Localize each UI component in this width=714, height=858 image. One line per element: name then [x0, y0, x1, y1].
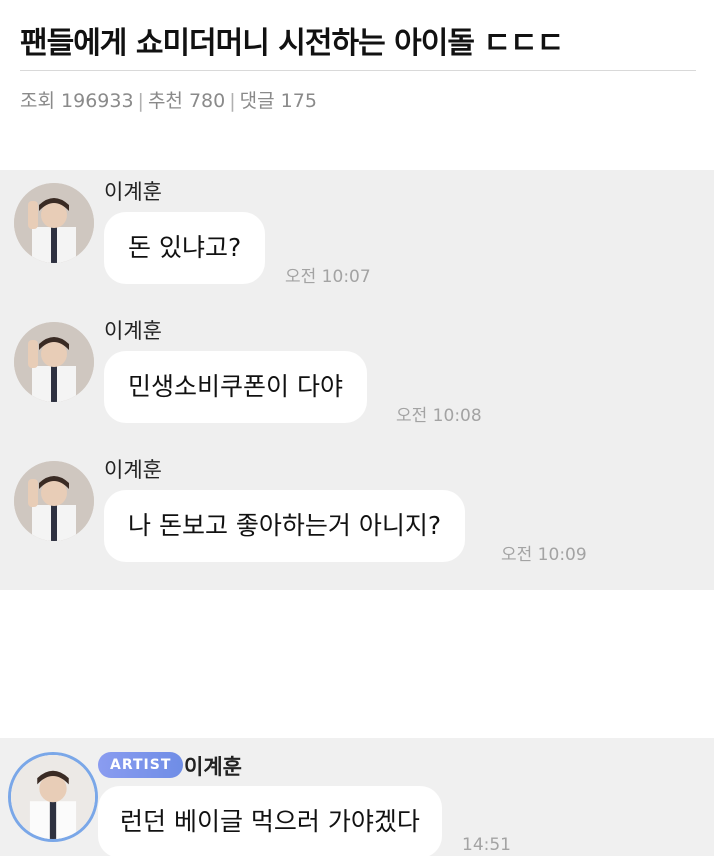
avatar[interactable]: [14, 183, 94, 263]
profile-photo-icon: [11, 755, 95, 839]
sender-name: 이계훈: [104, 458, 162, 482]
profile-photo-icon: [14, 461, 94, 541]
message-time: 오전 10:07: [285, 267, 371, 287]
profile-photo-icon: [14, 322, 94, 402]
artist-avatar[interactable]: [8, 752, 98, 842]
message-time: 오전 10:09: [501, 545, 587, 565]
comments-label: 댓글: [239, 90, 275, 112]
comments-count: 175: [280, 90, 317, 112]
views-count: 196933: [61, 90, 134, 112]
message-bubble[interactable]: 민생소비쿠폰이 다야: [104, 351, 367, 423]
message-bubble[interactable]: 돈 있냐고?: [104, 212, 266, 284]
sender-name: 이계훈: [104, 319, 162, 343]
message-time: 14:51: [462, 835, 511, 855]
recommend-count: 780: [188, 90, 226, 112]
post-stats: 조회 196933 | 추천 780 | 댓글 175: [20, 90, 317, 112]
sender-name: 이계훈: [184, 755, 242, 779]
avatar[interactable]: [14, 322, 94, 402]
sender-name: 이계훈: [104, 180, 162, 204]
message-time: 오전 10:08: [396, 406, 482, 426]
views-label: 조회: [20, 90, 55, 112]
message-bubble[interactable]: 나 돈보고 좋아하는거 아니지?: [104, 490, 466, 562]
title-divider: [20, 70, 696, 71]
recommend-label: 추천: [147, 90, 183, 112]
avatar[interactable]: [14, 461, 94, 541]
message-bubble[interactable]: 런던 베이글 먹으러 가야겠다: [98, 786, 442, 858]
profile-photo-icon: [14, 183, 94, 263]
artist-badge: ARTIST: [98, 752, 184, 778]
post-header: 팬들에게 쇼미더머니 시전하는 아이돌 ㄷㄷㄷ 조회 196933 | 추천 780…: [0, 0, 714, 130]
post-title: 팬들에게 쇼미더머니 시전하는 아이돌 ㄷㄷㄷ: [20, 26, 564, 61]
